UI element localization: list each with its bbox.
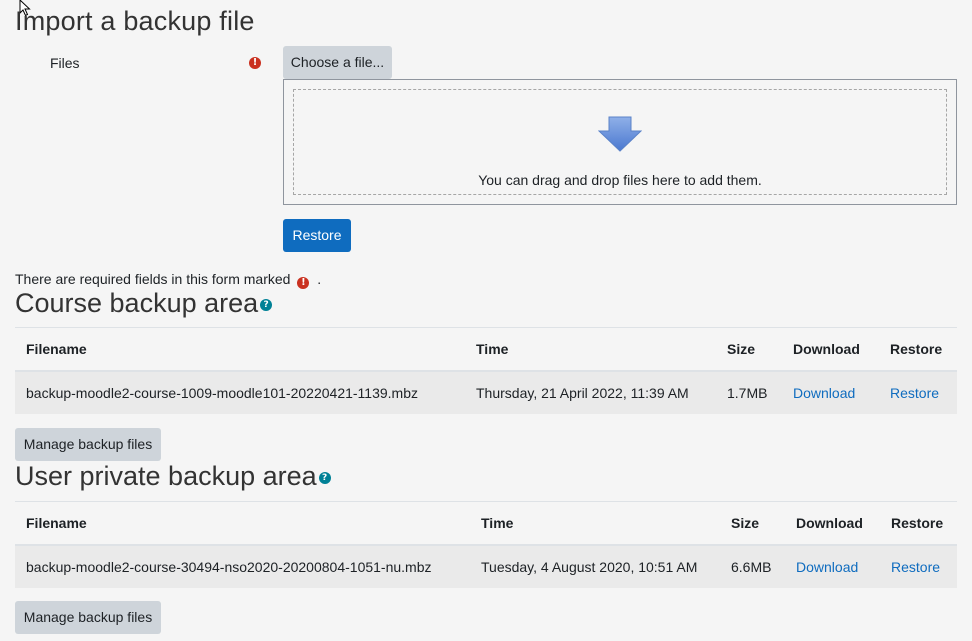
table-row: backup-moodle2-course-1009-moodle101-202… — [15, 370, 957, 414]
manage-backup-files-button[interactable]: Manage backup files — [15, 601, 161, 634]
table-row: backup-moodle2-course-30494-nso2020-2020… — [15, 544, 957, 588]
required-note-text: There are required fields in this form m… — [15, 271, 291, 287]
manage-backup-files-button[interactable]: Manage backup files — [15, 428, 161, 461]
time-cell: Tuesday, 4 August 2020, 10:51 AM — [470, 544, 720, 588]
course-backup-area-title: Course backup area? — [15, 288, 273, 319]
required-note-period: . — [317, 271, 322, 287]
user-backup-area-title-text: User private backup area — [15, 461, 317, 491]
import-title: Import a backup file — [15, 6, 255, 36]
help-icon[interactable]: ? — [318, 471, 331, 484]
restore-link[interactable]: Restore — [890, 385, 939, 401]
required-icon: ! — [249, 57, 261, 69]
course-backup-area-title-text: Course backup area — [15, 288, 259, 318]
restore-submit-button[interactable]: Restore — [283, 219, 351, 252]
time-cell: Thursday, 21 April 2022, 11:39 AM — [465, 370, 716, 414]
column-header-size: Size — [716, 327, 782, 372]
restore-link[interactable]: Restore — [891, 559, 940, 575]
column-header-restore: Restore — [880, 501, 957, 546]
column-header-restore: Restore — [879, 327, 957, 372]
column-header-filename: Filename — [15, 327, 465, 372]
column-header-download: Download — [782, 327, 879, 372]
column-header-filename: Filename — [15, 501, 470, 546]
table-header-row: Filename Time Size Download Restore — [15, 501, 957, 546]
drop-arrow-icon — [598, 116, 642, 152]
table-header-row: Filename Time Size Download Restore — [15, 327, 957, 372]
filename-cell: backup-moodle2-course-30494-nso2020-2020… — [15, 544, 470, 588]
required-fields-note: There are required fields in this form m… — [15, 271, 322, 289]
column-header-download: Download — [785, 501, 880, 546]
files-label: Files — [50, 55, 80, 71]
column-header-size: Size — [720, 501, 785, 546]
choose-file-button[interactable]: Choose a file... — [283, 46, 392, 79]
size-cell: 1.7MB — [716, 370, 782, 414]
dropzone-dashed-area[interactable]: You can drag and drop files here to add … — [293, 89, 947, 195]
course-backup-table: Filename Time Size Download Restore back… — [15, 327, 957, 414]
user-backup-area-title: User private backup area? — [15, 461, 331, 492]
user-backup-table: Filename Time Size Download Restore back… — [15, 501, 957, 588]
required-icon: ! — [297, 277, 310, 289]
drop-hint-text: You can drag and drop files here to add … — [478, 172, 762, 188]
filename-cell: backup-moodle2-course-1009-moodle101-202… — [15, 370, 465, 414]
size-cell: 6.6MB — [720, 544, 785, 588]
download-link[interactable]: Download — [796, 559, 858, 575]
file-dropzone[interactable]: You can drag and drop files here to add … — [283, 79, 957, 205]
column-header-time: Time — [470, 501, 720, 546]
column-header-time: Time — [465, 327, 716, 372]
download-link[interactable]: Download — [793, 385, 855, 401]
help-icon[interactable]: ? — [260, 298, 273, 311]
